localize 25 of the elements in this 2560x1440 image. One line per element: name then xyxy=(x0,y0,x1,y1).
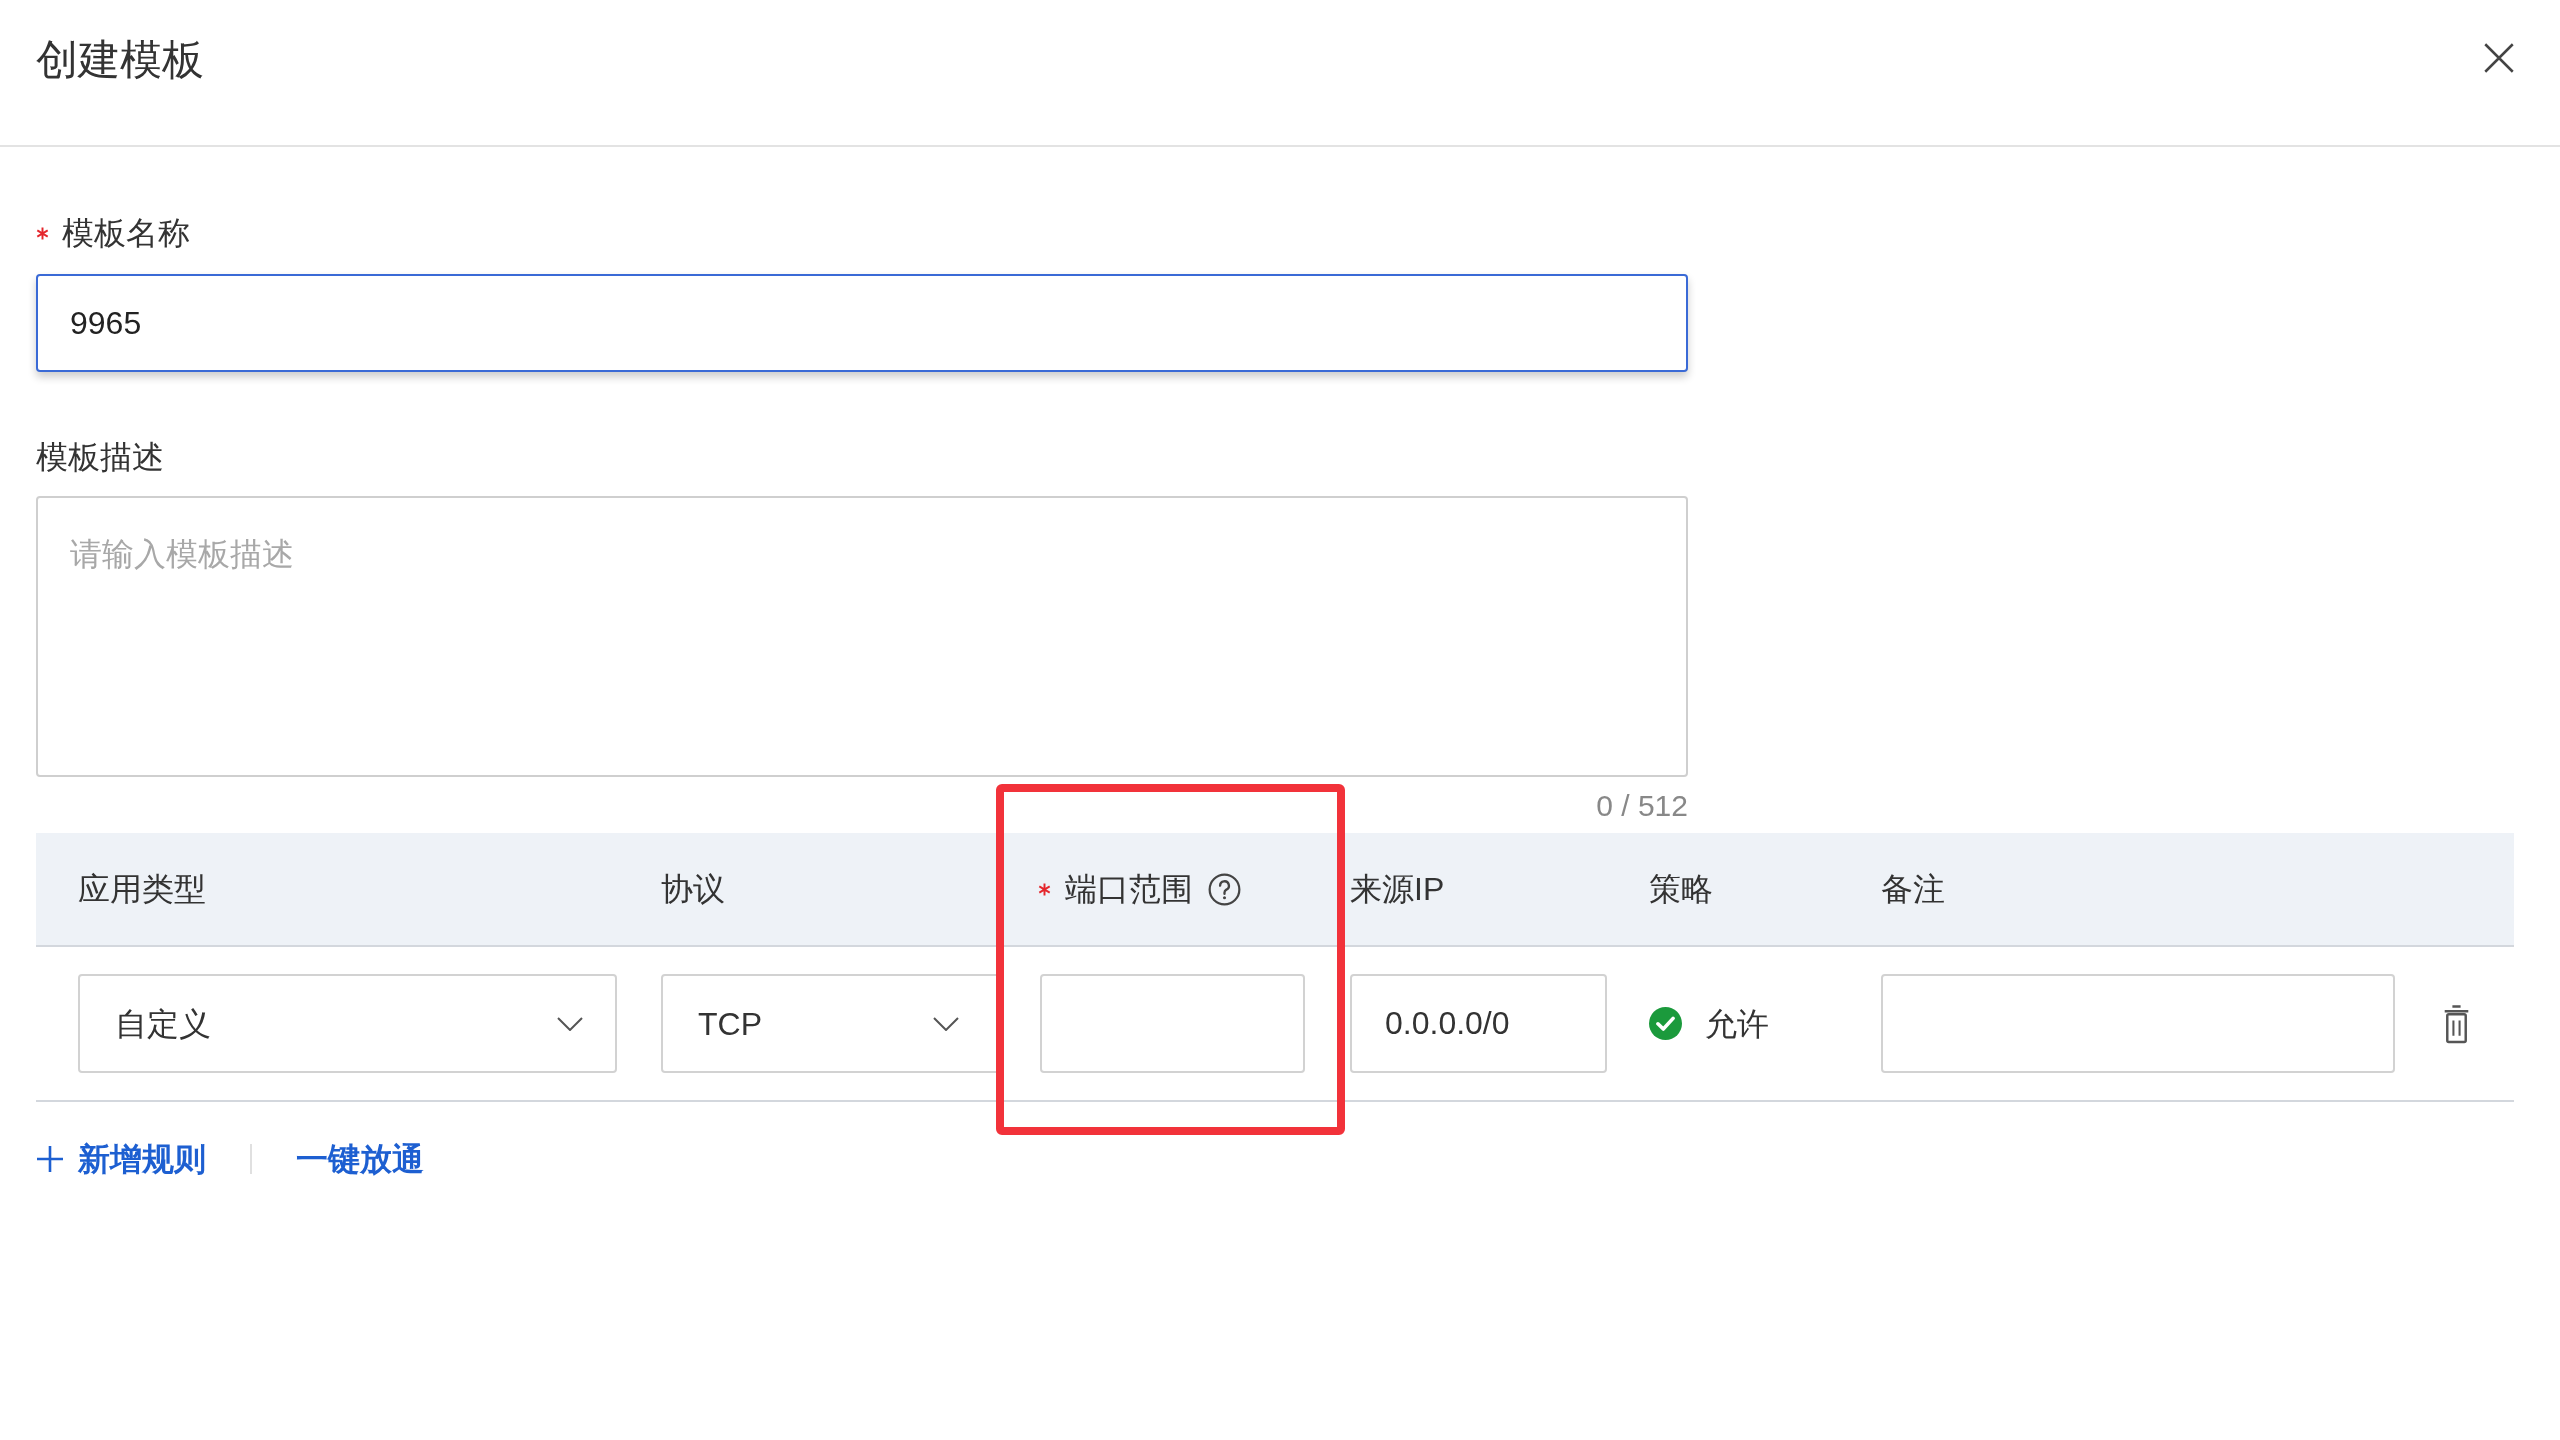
column-header: 策略 xyxy=(1649,870,1713,909)
close-icon[interactable] xyxy=(2484,43,2514,73)
input-field[interactable] xyxy=(1881,974,2395,1073)
dialog-title: 创建模板 xyxy=(36,35,204,85)
policy-text: 允许 xyxy=(1705,1004,1769,1044)
link-button[interactable]: 一键放通 xyxy=(296,1135,424,1183)
column-header: 应用类型 xyxy=(78,870,206,909)
chevron-down-icon xyxy=(557,1016,583,1031)
plus-icon xyxy=(36,1145,64,1173)
field-label: 模板描述 xyxy=(36,438,164,477)
link-button[interactable]: 新增规则 xyxy=(36,1135,206,1183)
input-field[interactable]: 0.0.0.0/0 xyxy=(1350,974,1607,1073)
column-header: 端口范围 xyxy=(1065,870,1193,909)
column-header: 来源IP xyxy=(1350,870,1445,909)
input-field[interactable] xyxy=(1040,974,1305,1073)
help-icon[interactable] xyxy=(1208,872,1241,906)
column-header: 备注 xyxy=(1881,870,1945,909)
character-counter: 0 / 512 xyxy=(1596,787,1688,824)
text-area[interactable]: 请输入模板描述 xyxy=(36,496,1688,777)
trash-icon[interactable] xyxy=(2443,1003,2470,1044)
column-header: 协议 xyxy=(661,870,725,909)
chevron-down-icon xyxy=(933,1016,959,1031)
input-field[interactable]: 9965 xyxy=(36,274,1688,372)
field-label: 模板名称 xyxy=(62,214,190,253)
dropdown[interactable]: 自定义 xyxy=(78,974,617,1073)
